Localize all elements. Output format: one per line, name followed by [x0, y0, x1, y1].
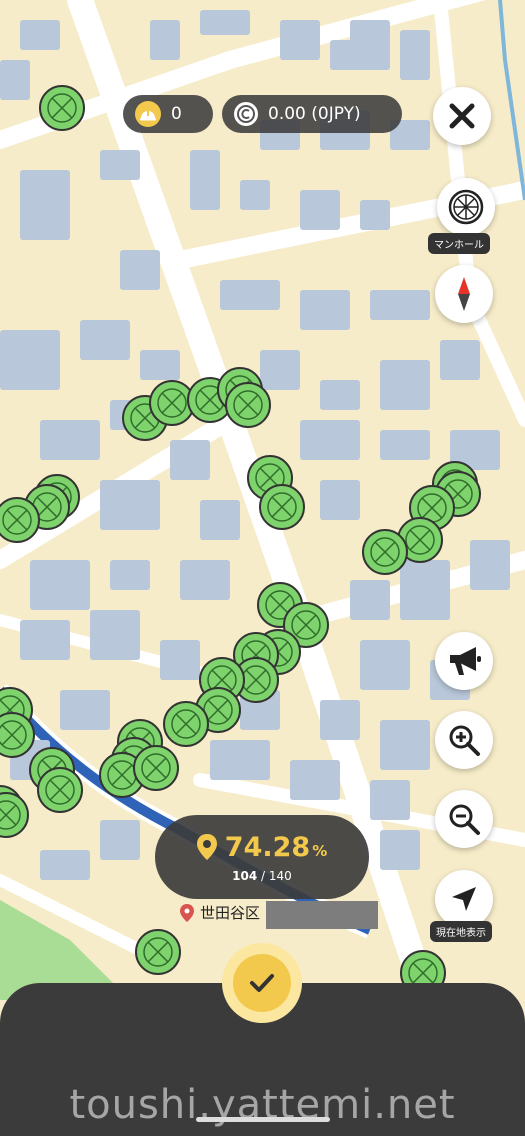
- manhole-marker[interactable]: [259, 484, 305, 530]
- location-pin-icon: [196, 834, 217, 860]
- building: [120, 250, 160, 290]
- navigate-arrow-icon: [452, 887, 476, 911]
- building: [0, 60, 30, 100]
- building: [40, 850, 90, 880]
- zoom-out-icon: [449, 804, 480, 835]
- zoom-out-button[interactable]: [435, 790, 493, 848]
- building: [110, 560, 150, 590]
- building: [20, 620, 70, 660]
- building: [400, 560, 450, 620]
- building: [300, 420, 360, 460]
- location-row: 世田谷区: [180, 902, 260, 923]
- progress-percent-unit: %: [312, 841, 328, 860]
- building: [200, 10, 250, 35]
- building: [320, 480, 360, 520]
- building: [370, 290, 430, 320]
- helmet-count: 0: [171, 104, 182, 124]
- manhole-marker[interactable]: [37, 767, 83, 813]
- manhole-marker[interactable]: [225, 382, 271, 428]
- zoom-in-button[interactable]: [435, 711, 493, 769]
- manhole-label: マンホール: [428, 233, 490, 254]
- building: [370, 780, 410, 820]
- buildings: [0, 10, 510, 880]
- building: [80, 320, 130, 360]
- zoom-in-icon: [449, 725, 480, 756]
- building: [320, 380, 360, 410]
- building: [360, 200, 390, 230]
- balance-pill: 0.00 (0JPY): [222, 95, 402, 133]
- found-count: 104: [232, 868, 258, 883]
- manhole-marker[interactable]: [362, 529, 408, 575]
- compass-button[interactable]: [435, 265, 493, 323]
- building: [400, 30, 430, 80]
- count-separator: /: [257, 868, 269, 883]
- building: [240, 180, 270, 210]
- helmet-icon: [135, 101, 161, 127]
- close-button[interactable]: [433, 87, 491, 145]
- building: [380, 720, 430, 770]
- announce-button[interactable]: [435, 632, 493, 690]
- manhole-marker[interactable]: [39, 85, 85, 131]
- building: [180, 560, 230, 600]
- check-in-button[interactable]: [222, 943, 302, 1023]
- coin-icon: [234, 102, 258, 126]
- building: [40, 420, 100, 460]
- total-count: 140: [268, 868, 292, 883]
- building: [20, 20, 60, 50]
- building: [100, 150, 140, 180]
- stream: [498, 0, 525, 201]
- building: [190, 150, 220, 210]
- location-area: 世田谷区: [200, 904, 261, 922]
- helmet-counter: 0: [123, 95, 213, 133]
- current-location-label: 現在地表示: [430, 921, 492, 942]
- megaphone-icon: [450, 647, 481, 675]
- building: [90, 610, 140, 660]
- redacted-address: [266, 901, 378, 929]
- building: [470, 540, 510, 590]
- manhole-marker[interactable]: [0, 712, 35, 758]
- building: [160, 640, 200, 680]
- building: [150, 20, 180, 60]
- progress-percent: 74.28: [224, 831, 311, 863]
- building: [20, 200, 70, 240]
- manhole-marker[interactable]: [0, 497, 40, 543]
- building: [380, 360, 430, 410]
- building: [300, 190, 340, 230]
- manhole-filter-button[interactable]: [437, 178, 495, 236]
- building: [210, 740, 270, 780]
- building: [350, 20, 390, 60]
- building: [200, 500, 240, 540]
- building: [380, 830, 420, 870]
- manhole-marker[interactable]: [0, 792, 29, 838]
- building: [320, 700, 360, 740]
- building: [360, 640, 410, 690]
- manhole-marker[interactable]: [133, 745, 179, 791]
- home-indicator: [196, 1117, 330, 1122]
- building: [100, 820, 140, 860]
- building: [350, 580, 390, 620]
- progress-panel: 74.28% 104 / 140: [155, 815, 369, 899]
- building: [0, 330, 60, 390]
- building: [60, 690, 110, 730]
- building: [280, 20, 320, 60]
- check-icon: [250, 974, 274, 992]
- manhole-marker[interactable]: [135, 929, 181, 975]
- building: [170, 440, 210, 480]
- map-pin-icon: [180, 903, 194, 922]
- current-location-button[interactable]: [435, 870, 493, 928]
- building: [220, 280, 280, 310]
- close-icon: [449, 103, 475, 129]
- building: [100, 480, 160, 530]
- compass-icon: [458, 277, 470, 311]
- building: [290, 760, 340, 800]
- manhole-icon: [448, 189, 484, 225]
- building: [380, 430, 430, 460]
- balance-value: 0.00 (0JPY): [268, 104, 361, 124]
- building: [260, 350, 300, 390]
- manhole-marker[interactable]: [163, 701, 209, 747]
- building: [440, 340, 480, 380]
- building: [140, 350, 180, 380]
- building: [30, 560, 90, 610]
- building: [300, 290, 350, 330]
